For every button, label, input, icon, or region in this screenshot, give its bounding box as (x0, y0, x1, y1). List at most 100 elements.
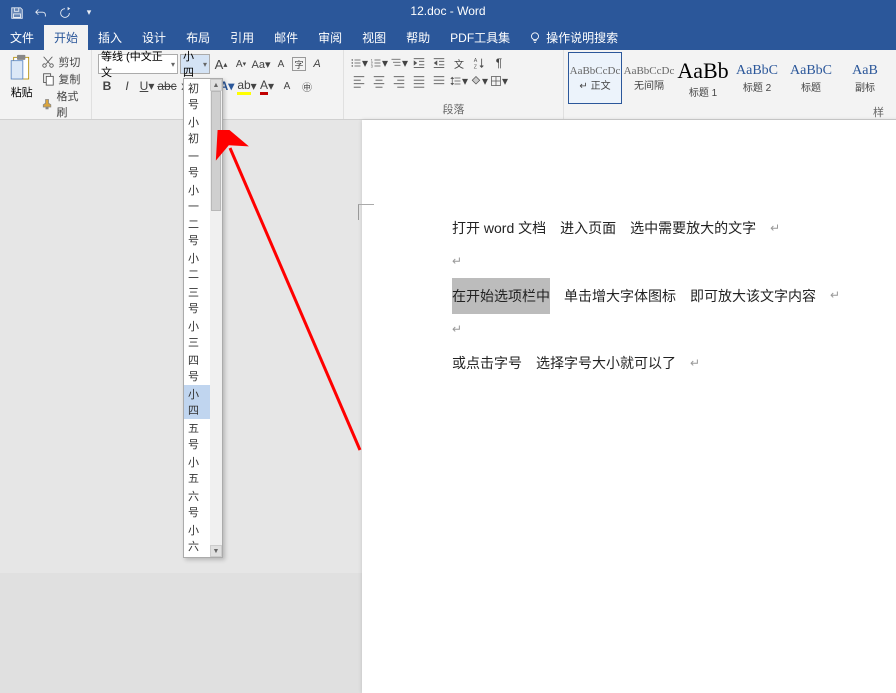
scrollbar[interactable]: ▲ ▼ (210, 79, 222, 557)
text-line: ↵ (452, 246, 842, 277)
size-option[interactable]: 小六 (184, 521, 210, 555)
shading-button[interactable]: ▾ (470, 72, 488, 90)
text-line[interactable]: 在开始选项栏中 单击增大字体图标 即可放大该文字内容 ↵ (452, 278, 842, 314)
cut-button[interactable]: 剪切 (41, 54, 85, 70)
selected-text[interactable]: 在开始选项栏中 (452, 278, 550, 314)
show-marks-button[interactable]: ¶ (490, 54, 508, 72)
enclose-chars-button[interactable]: ㊥ (298, 77, 316, 95)
tab-home[interactable]: 开始 (44, 25, 88, 50)
size-option[interactable]: 一号 (184, 147, 210, 181)
text-line[interactable]: 打开 word 文档 进入页面 选中需要放大的文字 ↵ (452, 210, 842, 246)
tab-design[interactable]: 设计 (132, 25, 176, 50)
ribbon-tabs: 文件 开始 插入 设计 布局 引用 邮件 审阅 视图 帮助 PDF工具集 操作说… (0, 25, 896, 50)
document-area: 打开 word 文档 进入页面 选中需要放大的文字 ↵ ↵ 在开始选项栏中 单击… (0, 120, 896, 573)
para-mark-icon: ↵ (830, 280, 840, 311)
multilevel-list-button[interactable]: ▾ (390, 54, 408, 72)
tell-me-label: 操作说明搜索 (546, 29, 618, 46)
size-option[interactable]: 小五 (184, 453, 210, 487)
style-item[interactable]: AaBbC标题 (784, 52, 838, 104)
size-option[interactable]: 四号 (184, 351, 210, 385)
undo-icon[interactable] (32, 4, 50, 22)
size-option[interactable]: 七号 (184, 555, 210, 557)
text-line[interactable]: 或点击字号 选择字号大小就可以了↵ (452, 345, 842, 381)
group-clipboard: 粘贴 剪切 复制 格式刷 剪贴板 (0, 50, 92, 119)
tab-file[interactable]: 文件 (0, 25, 44, 50)
cursor-indicator (358, 204, 374, 220)
clear-formatting-button[interactable]: A (308, 55, 326, 73)
style-item[interactable]: AaBbCcDc无间隔 (622, 52, 676, 104)
para-mark-icon: ↵ (452, 246, 462, 277)
copy-button[interactable]: 复制 (41, 71, 85, 87)
highlight-color-button[interactable]: ab▾ (238, 77, 256, 95)
shrink-font-button[interactable]: A▾ (232, 55, 250, 73)
phonetic-guide-button[interactable]: A (272, 55, 290, 73)
scroll-track[interactable] (210, 91, 222, 545)
size-option[interactable]: 三号 (184, 283, 210, 317)
size-option[interactable]: 小一 (184, 181, 210, 215)
page[interactable]: 打开 word 文档 进入页面 选中需要放大的文字 ↵ ↵ 在开始选项栏中 单击… (362, 120, 896, 693)
font-name-combo[interactable]: 等线 (中文正文▾ (98, 54, 178, 74)
font-size-dropdown[interactable]: 初号小初一号小一二号小二三号小三四号小四五号小五六号小六七号八号55.56.57… (183, 78, 223, 558)
tab-review[interactable]: 审阅 (308, 25, 352, 50)
svg-text:Z: Z (474, 64, 478, 70)
numbering-button[interactable]: 123▾ (370, 54, 388, 72)
size-option[interactable]: 五号 (184, 419, 210, 453)
distributed-button[interactable] (430, 72, 448, 90)
line-spacing-button[interactable]: ▾ (450, 72, 468, 90)
quick-access-toolbar: ▾ (0, 4, 98, 22)
styles-gallery[interactable]: AaBbCcDc↵ 正文AaBbCcDc无间隔AaBb标题 1AaBbC标题 2… (568, 52, 892, 104)
format-painter-button[interactable]: 格式刷 (41, 88, 85, 120)
scroll-thumb[interactable] (211, 91, 221, 211)
tab-help[interactable]: 帮助 (396, 25, 440, 50)
tab-references[interactable]: 引用 (220, 25, 264, 50)
increase-indent-button[interactable] (430, 54, 448, 72)
grow-font-button[interactable]: A▴ (212, 55, 230, 73)
tab-view[interactable]: 视图 (352, 25, 396, 50)
group-paragraph: ▾ 123▾ ▾ 文 AZ ¶ ▾ ▾ ▾ 段落 (344, 50, 564, 119)
text-line: ↵ (452, 314, 842, 345)
char-border-button[interactable]: 字 (292, 57, 306, 71)
font-size-combo[interactable]: 小四▾ (180, 54, 210, 74)
ribbon: 粘贴 剪切 复制 格式刷 剪贴板 等线 (中文正文▾ 小四▾ A▴ A▾ Aa▾… (0, 50, 896, 120)
bullets-button[interactable]: ▾ (350, 54, 368, 72)
borders-button[interactable]: ▾ (490, 72, 508, 90)
tab-insert[interactable]: 插入 (88, 25, 132, 50)
size-option[interactable]: 小三 (184, 317, 210, 351)
char-shading-button[interactable]: A (278, 77, 296, 95)
tab-mailings[interactable]: 邮件 (264, 25, 308, 50)
paste-label: 粘贴 (11, 84, 33, 100)
paste-button[interactable]: 粘贴 (4, 52, 39, 102)
qat-dropdown-icon[interactable]: ▾ (80, 4, 98, 22)
tell-me-search[interactable]: 操作说明搜索 (520, 25, 626, 50)
style-item[interactable]: AaBbCcDc↵ 正文 (568, 52, 622, 104)
sort-button[interactable]: AZ (470, 54, 488, 72)
chevron-down-icon: ▾ (203, 60, 207, 69)
size-option[interactable]: 六号 (184, 487, 210, 521)
change-case-button[interactable]: Aa▾ (252, 55, 270, 73)
text-direction-button[interactable]: 文 (450, 54, 468, 72)
align-right-button[interactable] (390, 72, 408, 90)
size-option[interactable]: 初号 (184, 79, 210, 113)
save-icon[interactable] (8, 4, 26, 22)
decrease-indent-button[interactable] (410, 54, 428, 72)
para-mark-icon: ↵ (690, 348, 700, 379)
style-item[interactable]: AaB副标 (838, 52, 892, 104)
scroll-up-icon[interactable]: ▲ (210, 79, 222, 91)
size-option[interactable]: 小二 (184, 249, 210, 283)
lightbulb-icon (528, 31, 542, 45)
justify-button[interactable] (410, 72, 428, 90)
font-color-button[interactable]: A▾ (258, 77, 276, 95)
redo-icon[interactable] (56, 4, 74, 22)
scroll-down-icon[interactable]: ▼ (210, 545, 222, 557)
group-label-paragraph: 段落 (348, 101, 559, 119)
size-option[interactable]: 小初 (184, 113, 210, 147)
align-left-button[interactable] (350, 72, 368, 90)
size-option[interactable]: 小四 (184, 385, 210, 419)
paste-icon (8, 54, 36, 84)
tab-pdf-tools[interactable]: PDF工具集 (440, 25, 520, 50)
size-option[interactable]: 二号 (184, 215, 210, 249)
tab-layout[interactable]: 布局 (176, 25, 220, 50)
align-center-button[interactable] (370, 72, 388, 90)
style-item[interactable]: AaBbC标题 2 (730, 52, 784, 104)
style-item[interactable]: AaBb标题 1 (676, 52, 730, 104)
